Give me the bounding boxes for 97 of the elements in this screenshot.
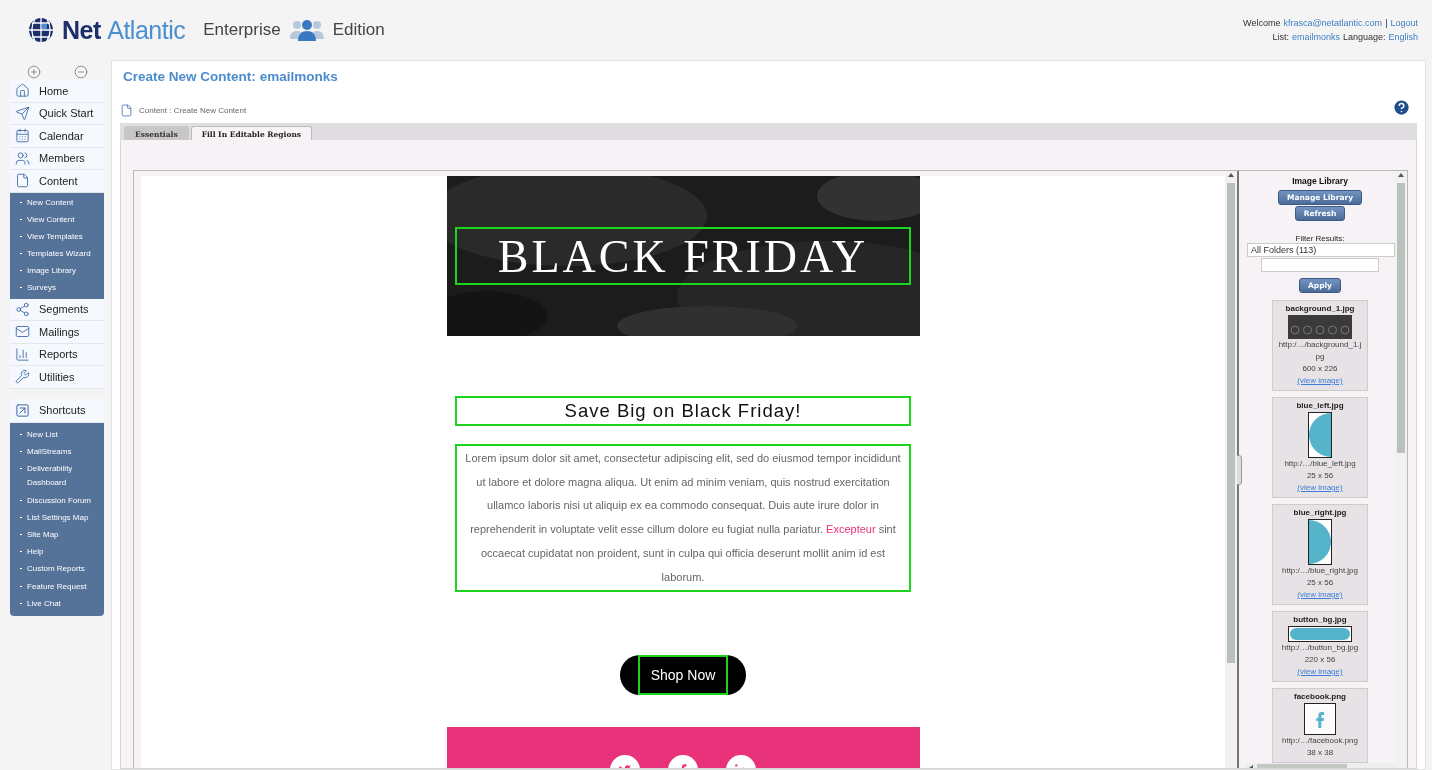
nav-item[interactable]: Home	[10, 80, 104, 103]
zoom-in-icon[interactable]	[26, 65, 41, 79]
image-name: background_1.jpg	[1285, 303, 1355, 315]
edition-label: Enterprise	[203, 20, 281, 40]
nav-item[interactable]: Shortcuts	[10, 398, 104, 423]
shortcut-link[interactable]: Discussion Forum	[10, 492, 104, 510]
nav-item[interactable]: Segments	[10, 298, 104, 321]
submenu-link[interactable]: Surveys	[10, 279, 104, 297]
email-paragraph[interactable]: Lorem ipsum dolor sit amet, consectetur adipiscing elit, sed do eiusmod tempor incididunt ut labore et dolore magna aliqua. Ut enim ad minim veniam, quis nostrud exercitation ullamco laboris nisi ut aliquip ex ea commodo consequat. Duis aute irure dolor in reprehenderit in voluptate velit esse cillum dolore eu fugiat nulla pariatur. Excepteur sint occaecat cupidatat non proident, sunt in culpa qui officia deserunt mollit anim id est laborum.	[455, 444, 911, 593]
breadcrumb: Content : Create New Content	[139, 106, 247, 115]
scrollbar[interactable]	[1225, 171, 1237, 768]
nav-item[interactable]: Quick Start	[10, 102, 104, 125]
image-url: http:/…/button_bg.jpg	[1280, 642, 1360, 654]
view-image-link[interactable]: (view image)	[1297, 375, 1343, 387]
edition-label: Edition	[332, 20, 385, 40]
language-label: Language:	[1342, 32, 1386, 42]
wrench-icon	[15, 369, 30, 385]
image-card[interactable]: blue_right.jpg http:/…/blue_right.jpg 25 x 56 (view image)	[1272, 504, 1368, 605]
splitter-handle[interactable]	[1235, 454, 1242, 485]
submenu-link[interactable]: View Templates	[10, 228, 104, 246]
help-icon[interactable]	[1392, 98, 1411, 117]
list-link[interactable]: emailmonks	[1291, 32, 1340, 42]
image-url: http:/…/facebook.png	[1280, 735, 1360, 747]
image-size: 600 x 226	[1302, 363, 1338, 375]
image-card[interactable]: blue_left.jpg http:/…/blue_left.jpg 25 x 56 (view image)	[1272, 397, 1368, 498]
zoom-out-icon[interactable]	[73, 65, 88, 79]
image-card[interactable]: facebook.png http:/…/facebook.png 38 x 38	[1272, 688, 1368, 763]
submenu-link[interactable]: Templates Wizard	[10, 245, 104, 263]
calendar-icon	[15, 128, 30, 144]
page-title: Create New Content:	[123, 69, 256, 84]
submenu-link[interactable]: Image Library	[10, 262, 104, 280]
bar-chart-icon	[15, 346, 30, 362]
nav-item[interactable]: Mailings	[10, 321, 104, 344]
email-heading[interactable]: Save Big on Black Friday!	[455, 396, 911, 426]
nav-item[interactable]: Reports	[10, 343, 104, 366]
image-name: facebook.png	[1294, 691, 1346, 703]
inline-link[interactable]: Excepteur	[826, 523, 876, 536]
home-icon	[15, 83, 30, 99]
document-icon	[15, 173, 30, 189]
shortcut-link[interactable]: New List	[10, 426, 104, 444]
bar-thumbnail	[1288, 626, 1352, 642]
image-url: http:/…/blue_right.jpg	[1280, 565, 1359, 577]
filter-label: Filter Results:	[1295, 234, 1345, 243]
half-circle-thumbnail	[1308, 519, 1332, 565]
document-icon	[120, 104, 133, 117]
shortcut-link[interactable]: Help	[10, 543, 104, 561]
image-size: 38 x 38	[1306, 747, 1334, 759]
facebook-thumbnail	[1304, 703, 1336, 735]
separator-label: |	[1385, 18, 1388, 28]
shortcut-link[interactable]: List Settings Map	[10, 509, 104, 527]
image-size: 25 x 56	[1306, 577, 1334, 589]
filter-input[interactable]	[1261, 258, 1379, 272]
image-name: button_bg.jpg	[1293, 614, 1347, 626]
globe-logo-icon	[28, 17, 54, 43]
image-url: http:/…/blue_left.jpg	[1283, 458, 1357, 470]
nav-item[interactable]: Content	[10, 170, 104, 193]
people-icon	[15, 150, 30, 166]
image-name: blue_right.jpg	[1293, 507, 1347, 519]
nav-item[interactable]: Calendar	[10, 125, 104, 148]
language-link[interactable]: English	[1388, 32, 1418, 42]
logo-wordmark: Net Atlantic	[62, 15, 186, 45]
nav-item[interactable]: Utilities	[10, 366, 104, 389]
arrow-box-icon	[15, 402, 30, 418]
shortcut-link[interactable]: Site Map	[10, 526, 104, 544]
list-label: List:	[1272, 32, 1289, 42]
mail-icon	[15, 324, 30, 340]
share-icon	[15, 301, 30, 317]
folder-select[interactable]: All Folders (113)	[1247, 243, 1395, 257]
shortcut-link[interactable]: Live Chat	[10, 595, 104, 613]
nav-item[interactable]: Members	[10, 147, 104, 170]
view-image-link[interactable]: (view image)	[1297, 666, 1343, 678]
shortcut-link[interactable]: Feature Request	[10, 578, 104, 596]
shortcut-link[interactable]: Custom Reports	[10, 560, 104, 578]
panel-title: Image Library	[1292, 176, 1348, 186]
people-icon	[288, 19, 325, 41]
image-size: 220 x 56	[1304, 654, 1336, 666]
submenu-link[interactable]: View Content	[10, 211, 104, 229]
image-size: 25 x 56	[1306, 470, 1334, 482]
welcome-label: Welcome	[1243, 18, 1281, 28]
list-name: emailmonks	[259, 69, 338, 84]
image-name: blue_left.jpg	[1296, 400, 1344, 412]
half-circle-thumbnail	[1308, 412, 1332, 458]
texture-thumbnail	[1288, 315, 1352, 339]
shortcut-link[interactable]: MailStreams	[10, 443, 104, 461]
submenu-link[interactable]: New Content	[10, 194, 104, 212]
banner-headline[interactable]: BLACK FRIDAY	[455, 227, 911, 285]
image-card[interactable]: background_1.jpg http:/…/background_1.jpg 600 x 226 (view image)	[1272, 300, 1368, 391]
view-image-link[interactable]: (view image)	[1297, 589, 1343, 601]
scrollbar[interactable]	[1395, 171, 1407, 768]
account-email-link[interactable]: kfrasca@netatlantic.com	[1283, 18, 1383, 28]
shortcut-link[interactable]: Deliverability Dashboard	[10, 460, 104, 493]
logout-link[interactable]: Logout	[1390, 18, 1418, 28]
view-image-link[interactable]: (view image)	[1297, 482, 1343, 494]
image-card[interactable]: button_bg.jpg http:/…/button_bg.jpg 220 x 56 (view image)	[1272, 611, 1368, 682]
shop-now-button[interactable]: Shop Now	[637, 655, 729, 696]
send-icon	[15, 105, 30, 121]
image-url: http:/…/background_1.jpg	[1277, 339, 1363, 363]
